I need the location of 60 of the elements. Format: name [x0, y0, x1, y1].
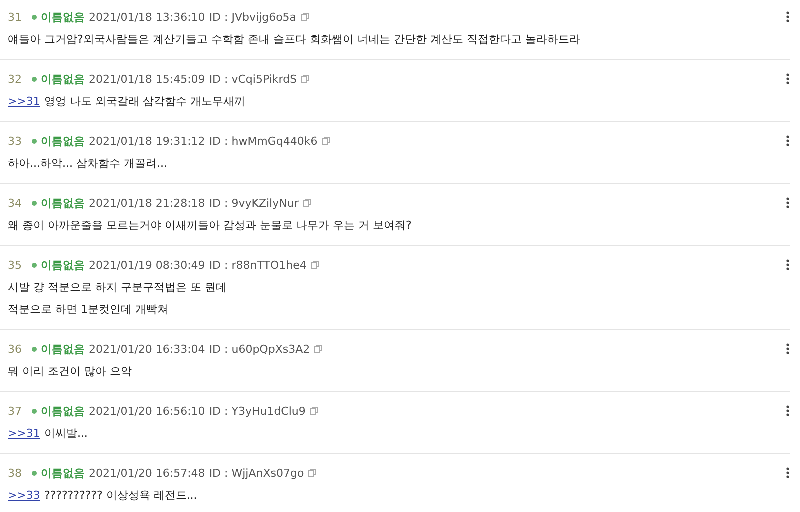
post-text: 이씨발... [44, 426, 88, 440]
post-date: 2021/01/18 13:36:10 [89, 10, 206, 24]
post-id: ID : 9vyKZilyNur [209, 196, 299, 210]
author-name: 이름없음 [41, 196, 85, 210]
status-dot-icon [32, 262, 37, 268]
post-date: 2021/01/18 15:45:09 [89, 72, 206, 86]
post-number: 35 [8, 258, 23, 272]
post-id: ID : WjjAnXs07go [209, 466, 304, 480]
reply-link[interactable]: >>31 [8, 426, 40, 440]
more-menu-icon[interactable] [786, 73, 790, 85]
reply-link[interactable]: >>31 [8, 94, 40, 108]
author-name: 이름없음 [41, 258, 85, 272]
author-name: 이름없음 [41, 10, 85, 24]
post-id: ID : r88nTTO1he4 [209, 258, 307, 272]
more-menu-icon[interactable] [786, 197, 790, 209]
status-dot-icon [32, 14, 37, 20]
post-date: 2021/01/18 21:28:18 [89, 196, 206, 210]
post-date: 2021/01/18 19:31:12 [89, 134, 206, 148]
author-name: 이름없음 [41, 72, 85, 86]
more-menu-icon[interactable] [786, 135, 790, 147]
post-number: 36 [8, 342, 23, 356]
post-number: 34 [8, 196, 23, 210]
post-text: 뭐 이리 조건이 많아 으악 [8, 364, 132, 378]
author-name: 이름없음 [41, 134, 85, 148]
post-id: ID : JVbvijg6o5a [209, 10, 297, 24]
post-date: 2021/01/20 16:56:10 [89, 404, 206, 418]
post-date: 2021/01/20 16:57:48 [89, 466, 206, 480]
post-text: ?????????? 이상성욕 레전드... [44, 488, 198, 502]
post-number: 32 [8, 72, 23, 86]
post-number: 31 [8, 10, 23, 24]
post-number: 37 [8, 404, 23, 418]
more-menu-icon[interactable] [786, 467, 790, 479]
post-number: 33 [8, 134, 23, 148]
post-id: ID : Y3yHu1dClu9 [209, 404, 306, 418]
status-dot-icon [32, 138, 37, 144]
status-dot-icon [32, 346, 37, 352]
post-number: 38 [8, 466, 23, 480]
more-menu-icon[interactable] [786, 405, 790, 417]
post-text: 얘들아 그거암?외국사람들은 계산기들고 수학함 존내 슬프다 회화쌤이 너네는 간단한 계산도 직접한다고 놀라하드라 [8, 32, 580, 46]
author-name: 이름없음 [41, 342, 85, 356]
post-text: 왜 종이 아까운줄을 모르는거야 이새끼들아 감성과 눈물로 나무가 우는 거 보여줘? [8, 218, 412, 232]
post-text: 하아...하악... 삼차함수 개꼴려... [8, 156, 168, 170]
more-menu-icon[interactable] [786, 11, 790, 23]
author-name: 이름없음 [41, 404, 85, 418]
reply-link[interactable]: >>33 [8, 488, 40, 502]
more-menu-icon[interactable] [786, 343, 790, 355]
post-id: ID : u60pQpXs3A2 [209, 342, 310, 356]
post-date: 2021/01/19 08:30:49 [89, 258, 206, 272]
post-text: 적분으로 하면 1분컷인데 개빡쳐 [8, 302, 168, 316]
author-name: 이름없음 [41, 466, 85, 480]
status-dot-icon [32, 408, 37, 414]
post-id: ID : hwMmGq440k6 [209, 134, 318, 148]
post-text: 시발 걍 적분으로 하지 구분구적법은 또 뭔데 [8, 280, 227, 294]
post-date: 2021/01/20 16:33:04 [89, 342, 206, 356]
status-dot-icon [32, 470, 37, 476]
more-menu-icon[interactable] [786, 259, 790, 271]
post-text: 영엉 나도 외국갈래 삼각함수 개노무새끼 [44, 94, 246, 108]
status-dot-icon [32, 200, 37, 206]
status-dot-icon [32, 76, 37, 82]
post-id: ID : vCqi5PikrdS [209, 72, 298, 86]
